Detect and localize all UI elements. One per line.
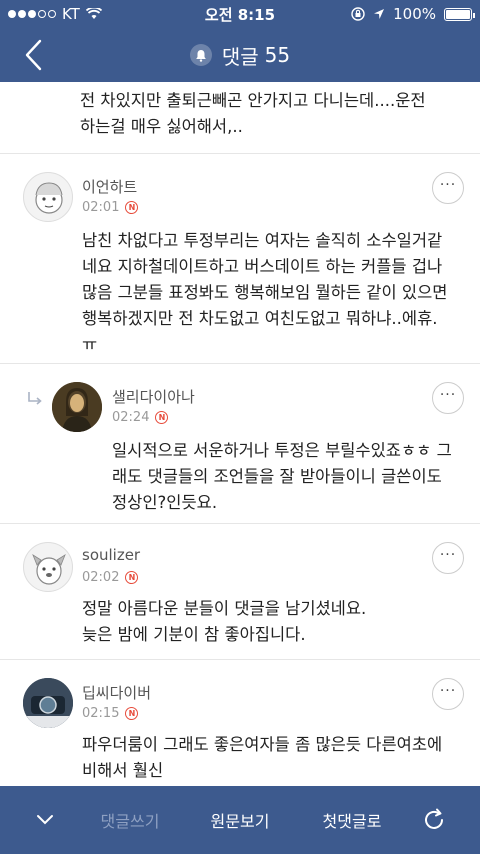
refresh-button[interactable] <box>414 786 454 854</box>
reply-arrow-icon <box>28 392 42 405</box>
carrier-label: KT <box>62 5 80 23</box>
comment-author[interactable]: 이언하트 <box>82 176 137 197</box>
avatar[interactable] <box>23 678 73 728</box>
battery-icon <box>444 7 475 21</box>
more-options-button[interactable]: ··· <box>432 382 464 414</box>
comment-text: 일시적으로 서운하거나 투정은 부릴수있죠ㅎㅎ 그래도 댓글들의 조언들을 잘 … <box>112 441 452 512</box>
bottom-toolbar: 댓글쓰기 원문보기 첫댓글로 <box>0 786 480 854</box>
avatar[interactable] <box>52 382 102 432</box>
comment-text: 파우더룸이 그래도 좋은여자들 좀 많은듯 다른여초에 비해서 훨신 <box>82 735 443 780</box>
comment-time: 02:24 <box>112 410 150 425</box>
comment-author[interactable]: 샐리다이아나 <box>112 386 195 407</box>
comment-time: 02:01 <box>82 200 120 215</box>
comment-meta: 02:02 N <box>82 570 139 585</box>
new-badge: N <box>125 571 139 584</box>
comment-meta: 02:15 N <box>82 706 139 721</box>
page-title: 댓글 55 <box>189 41 291 70</box>
comment-item: 딥씨다이버 02:15 N ··· 파우더룸이 그래도 좋은여자들 좀 많은듯 … <box>0 660 480 786</box>
avatar[interactable] <box>23 542 73 592</box>
collapse-button[interactable] <box>20 786 70 854</box>
first-comment-button[interactable]: 첫댓글로 <box>310 786 394 854</box>
status-bar: KT 오전 8:15 100% <box>0 0 480 28</box>
refresh-icon <box>425 808 443 829</box>
comment-count: 55 <box>264 43 291 67</box>
new-badge: N <box>125 707 139 720</box>
comment-author[interactable]: soulizer <box>82 546 140 564</box>
back-button[interactable] <box>22 38 46 72</box>
reply-item: 샐리다이아나 02:24 N ··· 일시적으로 서운하거나 투정은 부릴수있죠… <box>0 364 480 524</box>
comment-text: 정말 아름다운 분들이 댓글을 남기셨네요. 늦은 밤에 기분이 참 좋아집니다… <box>82 599 367 644</box>
wifi-icon <box>85 8 102 19</box>
comment-list[interactable]: 전 차있지만 출퇴근빼곤 안가지고 다니는데....운전하는걸 매우 싫어해서,… <box>0 82 480 786</box>
bell-icon[interactable] <box>189 44 212 66</box>
clock: 오전 8:15 <box>204 5 276 24</box>
more-options-button[interactable]: ··· <box>432 542 464 574</box>
title-label: 댓글 <box>221 44 259 69</box>
comment-author[interactable]: 딥씨다이버 <box>82 682 151 703</box>
comment-time: 02:02 <box>82 570 120 585</box>
comment-text: 남친 차없다고 투정부리는 여자는 솔직히 소수일거같네요 지하철데이트하고 버… <box>82 231 448 354</box>
rotation-lock-icon <box>351 7 365 21</box>
comment-item: soulizer 02:02 N ··· 정말 아름다운 분들이 댓글을 남기셨… <box>0 524 480 660</box>
new-badge: N <box>155 411 169 424</box>
avatar[interactable] <box>23 172 73 222</box>
comment-meta: 02:24 N <box>112 410 169 425</box>
more-options-button[interactable]: ··· <box>432 172 464 204</box>
previous-comment-text: 전 차있지만 출퇴근빼곤 안가지고 다니는데....운전하는걸 매우 싫어해서,… <box>0 82 480 154</box>
battery-percent: 100% <box>393 5 436 23</box>
chevron-down-icon <box>37 815 53 825</box>
comment-time: 02:15 <box>82 706 120 721</box>
top-bar: KT 오전 8:15 100% 댓글 55 <box>0 0 480 82</box>
new-badge: N <box>125 201 139 214</box>
view-original-button[interactable]: 원문보기 <box>198 786 282 854</box>
comment-item: 이언하트 02:01 N ··· 남친 차없다고 투정부리는 여자는 솔직히 소… <box>0 154 480 364</box>
more-options-button[interactable]: ··· <box>432 678 464 710</box>
location-icon <box>374 9 385 19</box>
comment-meta: 02:01 N <box>82 200 139 215</box>
signal-icon <box>8 10 56 18</box>
write-comment-button[interactable]: 댓글쓰기 <box>88 786 172 854</box>
nav-bar: 댓글 55 <box>0 28 480 82</box>
